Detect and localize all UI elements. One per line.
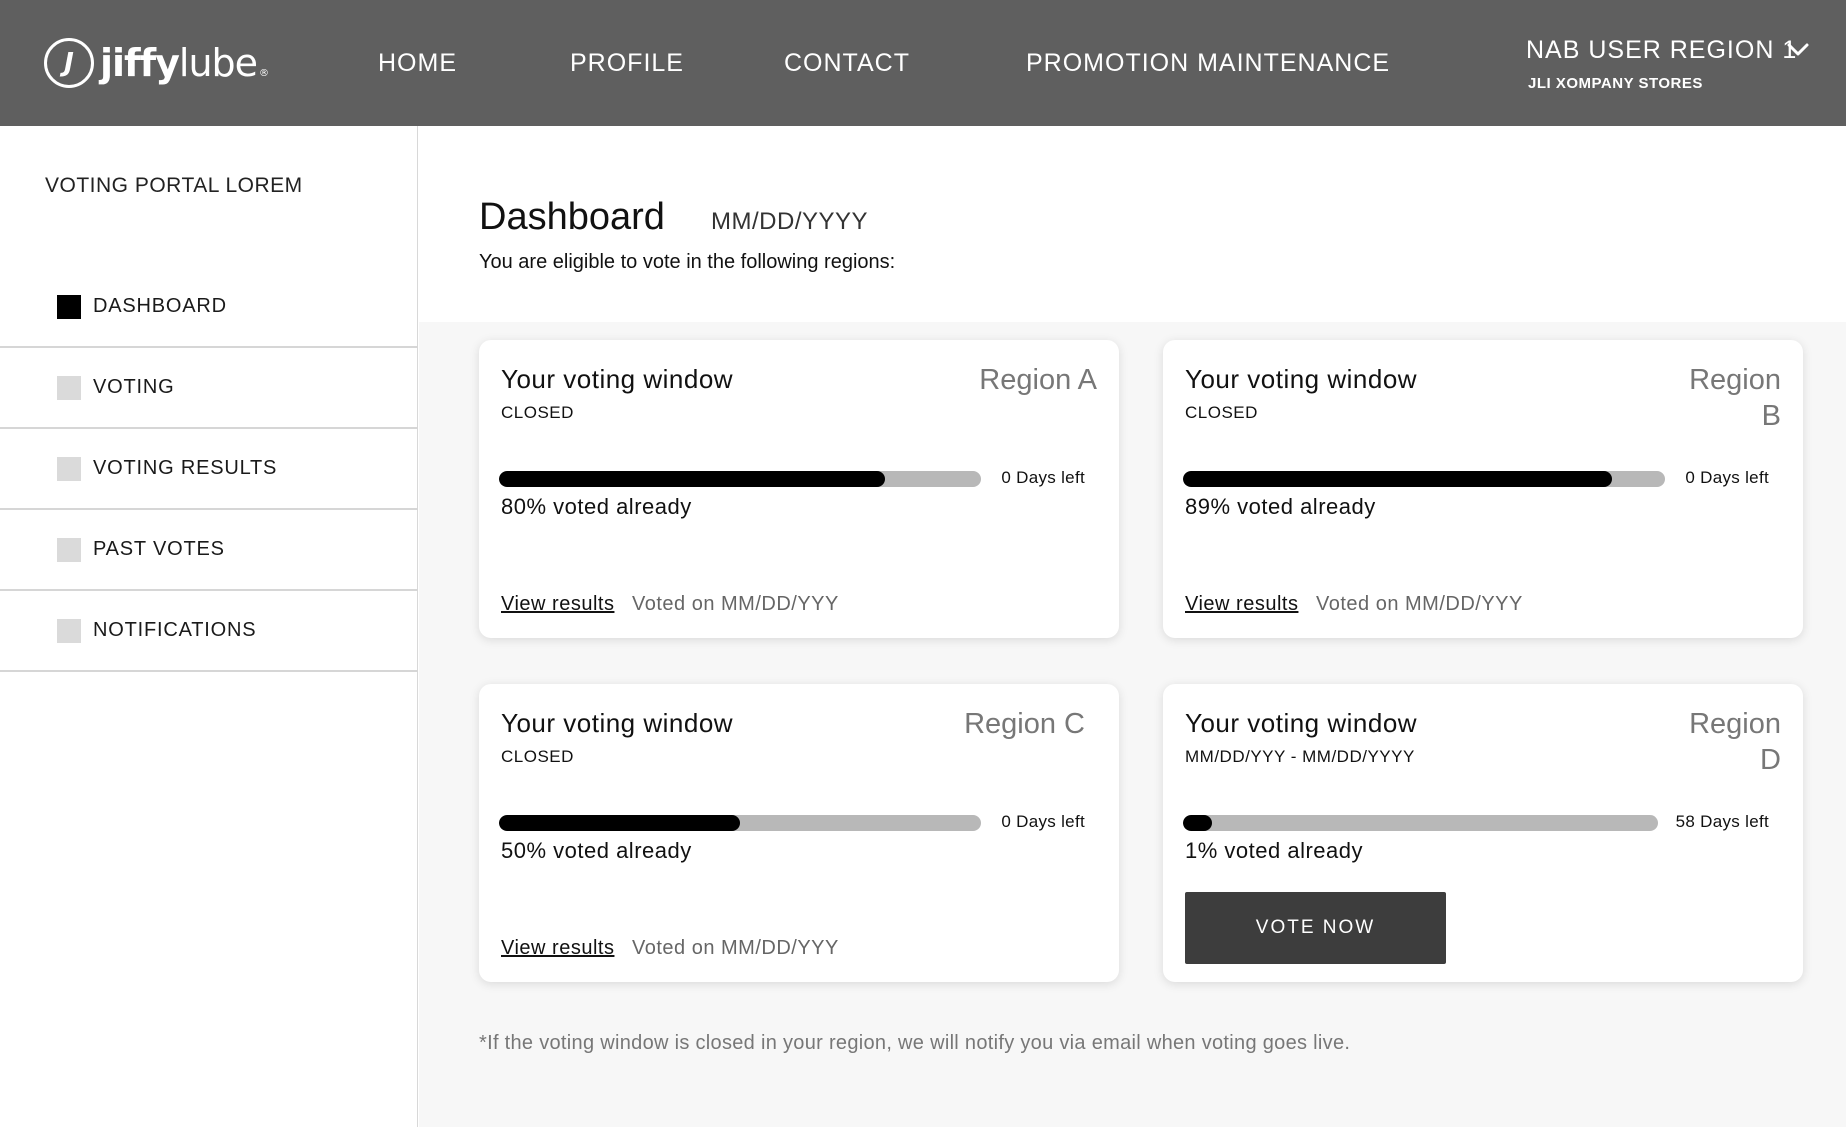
sidebar-item-label: DASHBOARD: [93, 295, 227, 317]
progress-bar: [1183, 471, 1665, 487]
sidebar-item-label: VOTING: [93, 376, 175, 398]
logo-word-regular: lube: [178, 41, 258, 85]
user-menu[interactable]: NAB USER REGION 1 JLI XOMPANY STORES: [1526, 36, 1797, 92]
days-left: 58 Days left: [1675, 812, 1769, 831]
page-title: Dashboard: [479, 196, 665, 238]
view-results-link[interactable]: View results: [1185, 593, 1298, 616]
progress-bar: [499, 815, 981, 831]
sidebar-item-voting-results[interactable]: VOTING RESULTS: [0, 429, 418, 510]
card-title: Your voting window: [501, 364, 734, 394]
inactive-square-icon: [57, 618, 81, 643]
card-status: MM/DD/YYY - MM/DD/YYYY: [1185, 747, 1415, 766]
sidebar-item-past-votes[interactable]: PAST VOTES: [0, 510, 418, 591]
voted-on-date: Voted on MM/DD/YYY: [632, 593, 839, 615]
progress-fill: [499, 815, 740, 831]
nav-promotion-maintenance[interactable]: PROMOTION MAINTENANCE: [1026, 0, 1390, 126]
sidebar-item-label: NOTIFICATIONS: [93, 619, 257, 641]
card-title: Your voting window: [1185, 708, 1418, 738]
days-left: 0 Days left: [1001, 812, 1085, 831]
logo-word-bold: jiffy: [100, 41, 180, 85]
region-card-c: Your voting window CLOSED Region C 0 Day…: [479, 684, 1119, 982]
view-results-link[interactable]: View results: [501, 593, 614, 616]
voted-percentage: 1% voted already: [1185, 838, 1363, 863]
card-status: CLOSED: [501, 747, 574, 766]
logo-trademark: ®: [259, 68, 269, 79]
active-square-icon: [57, 294, 81, 319]
top-header: J jiffy lube ® HOME PROFILE CONTACT PROMOT…: [0, 0, 1846, 126]
page-subtitle: You are eligible to vote in the followin…: [479, 251, 896, 273]
region-card-b: Your voting window CLOSED Region B 0 Day…: [1163, 340, 1803, 638]
region-card-a: Your voting window CLOSED Region A 0 Day…: [479, 340, 1119, 638]
footnote: *If the voting window is closed in your …: [479, 1032, 1351, 1054]
sidebar-title: VOTING PORTAL LOREM: [45, 174, 303, 197]
card-status: CLOSED: [1185, 403, 1258, 422]
progress-fill: [1183, 815, 1212, 831]
days-left: 0 Days left: [1001, 468, 1085, 487]
card-title: Your voting window: [1185, 364, 1418, 394]
voted-percentage: 80% voted already: [501, 494, 692, 519]
progress-fill: [1183, 471, 1612, 487]
region-card-d: Your voting window MM/DD/YYY - MM/DD/YYY…: [1163, 684, 1803, 982]
progress-bar: [1183, 815, 1658, 831]
card-region: Region A: [979, 364, 1097, 396]
voted-percentage: 89% voted already: [1185, 494, 1376, 519]
page-date: MM/DD/YYYY: [711, 208, 869, 235]
sidebar: VOTING PORTAL LOREM DASHBOARD VOTING VOT…: [0, 126, 418, 1127]
progress-fill: [499, 471, 885, 487]
card-region: Region D: [1689, 708, 1781, 776]
user-organization: JLI XOMPANY STORES: [1528, 75, 1703, 92]
main-content: Dashboard MM/DD/YYYY You are eligible to…: [419, 126, 1846, 1127]
nav-home[interactable]: HOME: [378, 0, 457, 126]
chevron-down-icon[interactable]: [1786, 38, 1810, 62]
sidebar-item-label: PAST VOTES: [93, 538, 225, 560]
card-title: Your voting window: [501, 708, 734, 738]
page-header: Dashboard MM/DD/YYYY You are eligible to…: [419, 126, 1846, 322]
inactive-square-icon: [57, 375, 81, 400]
vote-now-button[interactable]: VOTE NOW: [1185, 892, 1446, 964]
sidebar-item-dashboard[interactable]: DASHBOARD: [0, 267, 418, 348]
inactive-square-icon: [57, 537, 81, 562]
sidebar-item-voting[interactable]: VOTING: [0, 348, 418, 429]
nav-contact[interactable]: CONTACT: [784, 0, 910, 126]
progress-bar: [499, 471, 981, 487]
sidebar-item-label: VOTING RESULTS: [93, 457, 278, 479]
voted-percentage: 50% voted already: [501, 838, 692, 863]
nav-profile[interactable]: PROFILE: [570, 0, 684, 126]
sidebar-item-notifications[interactable]: NOTIFICATIONS: [0, 591, 418, 672]
card-status: CLOSED: [501, 403, 574, 422]
jiffy-lube-logo[interactable]: J jiffy lube ®: [44, 38, 269, 88]
view-results-link[interactable]: View results: [501, 937, 614, 960]
card-region: Region C: [964, 708, 1085, 740]
voted-on-date: Voted on MM/DD/YYY: [1316, 593, 1523, 615]
card-region: Region B: [1689, 364, 1781, 432]
voted-on-date: Voted on MM/DD/YYY: [632, 937, 839, 959]
logo-wordmark: jiffy lube ®: [100, 41, 269, 85]
days-left: 0 Days left: [1685, 468, 1769, 487]
inactive-square-icon: [57, 456, 81, 481]
user-name: NAB USER REGION 1: [1526, 36, 1798, 64]
logo-mark-icon: J: [44, 38, 94, 88]
